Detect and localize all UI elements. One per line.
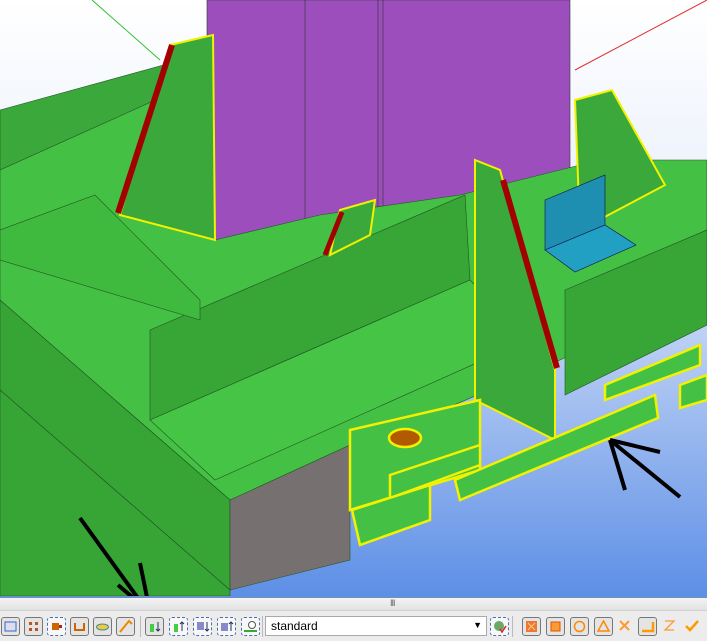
view-splitter[interactable]: III bbox=[0, 596, 707, 610]
view-frame-icon[interactable] bbox=[1, 617, 20, 636]
pointer-assembly-icon[interactable] bbox=[116, 617, 135, 636]
select-time-icon[interactable] bbox=[241, 617, 260, 636]
snap-geometry-icon[interactable] bbox=[546, 617, 565, 636]
select-object-up-icon[interactable] bbox=[217, 617, 236, 636]
chevron-down-icon[interactable]: ▼ bbox=[473, 620, 482, 630]
select-object-down-icon[interactable] bbox=[193, 617, 212, 636]
selection-toolbar: standard ▼ bbox=[0, 610, 707, 641]
snap-reference-icon[interactable] bbox=[522, 617, 541, 636]
snap-cross-icon[interactable] bbox=[616, 617, 635, 636]
snap-circle-icon[interactable] bbox=[570, 617, 589, 636]
snap-settings-icon[interactable] bbox=[490, 617, 509, 636]
snap-perpendicular-icon[interactable] bbox=[661, 617, 680, 636]
selection-filter-combo[interactable]: standard ▼ bbox=[265, 616, 487, 636]
select-assembly-up-icon[interactable] bbox=[169, 617, 188, 636]
selection-filter-value: standard bbox=[271, 619, 318, 633]
snap-triangle-icon[interactable] bbox=[594, 617, 613, 636]
select-component-icon[interactable] bbox=[70, 617, 89, 636]
surface-icon[interactable] bbox=[93, 617, 112, 636]
snap-line-icon[interactable] bbox=[638, 617, 657, 636]
splitter-grip[interactable]: III bbox=[390, 598, 395, 608]
grid-icon[interactable] bbox=[24, 617, 43, 636]
select-assembly-down-icon[interactable] bbox=[145, 617, 164, 636]
snap-check-icon[interactable] bbox=[683, 617, 702, 636]
model-3d-view[interactable] bbox=[0, 0, 707, 596]
part-icon[interactable] bbox=[47, 617, 66, 636]
